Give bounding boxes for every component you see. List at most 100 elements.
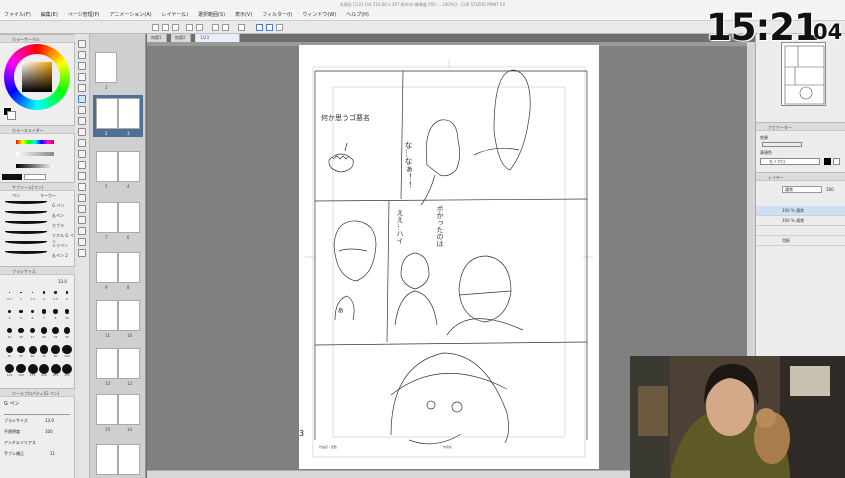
blend-mode-select[interactable]: 通常 [782, 186, 822, 193]
effect-buttons[interactable] [762, 142, 802, 147]
open-icon[interactable] [162, 24, 169, 31]
page-thumb-17[interactable] [118, 444, 140, 475]
redo-icon[interactable] [196, 24, 203, 31]
page-thumb-4[interactable] [96, 151, 118, 182]
sub-tool-panel-header[interactable]: サブツール[ペン] [0, 182, 75, 191]
layer-row-paper[interactable]: 用紙 [756, 236, 845, 246]
brush-label-kabura[interactable]: カブラ [52, 223, 64, 229]
balloon-tool-icon[interactable] [78, 227, 86, 235]
brush-size-cell[interactable]: 3 [61, 286, 74, 301]
deselect-icon[interactable] [238, 24, 245, 31]
airbrush-tool-icon[interactable] [78, 128, 86, 136]
page-thumb-13[interactable] [118, 348, 140, 379]
ruler-tool-icon[interactable] [78, 205, 86, 213]
prop-value-size[interactable]: 13.0 [45, 418, 54, 423]
tool-property-panel-header[interactable]: ツールプロパティ[G ペン] [0, 388, 75, 397]
color-wheel[interactable] [4, 44, 70, 110]
fill-tool-icon[interactable] [78, 161, 86, 169]
eyedropper-tool-icon[interactable] [78, 84, 86, 92]
brush-preview-gpen[interactable] [5, 199, 47, 204]
brush-size-cell[interactable]: 30 [61, 324, 74, 339]
text-tool-icon[interactable] [78, 216, 86, 224]
menu-view[interactable]: 表示(V) [231, 9, 256, 21]
page-thumb-14[interactable] [96, 394, 118, 425]
lasso-tool-icon[interactable] [78, 73, 86, 81]
menu-layer[interactable]: レイヤー(L) [157, 9, 192, 21]
select-tool-icon[interactable] [78, 62, 86, 70]
brush-size-panel-header[interactable]: ブラシサイズ [0, 266, 75, 275]
correct-line-tool-icon[interactable] [78, 238, 86, 246]
decoration-tool-icon[interactable] [78, 139, 86, 147]
pencil-tool-icon[interactable] [78, 106, 86, 114]
value-slider[interactable] [16, 164, 54, 168]
frame-tool-icon[interactable] [78, 194, 86, 202]
menu-window[interactable]: ウィンドウ(W) [298, 9, 340, 21]
page-thumb-7[interactable] [118, 202, 140, 233]
page-thumb-10[interactable] [96, 300, 118, 331]
prop-value-stabilization[interactable]: 11 [50, 451, 55, 456]
brush-size-cell[interactable]: 100 [61, 343, 74, 358]
page-thumb-2[interactable] [96, 98, 118, 129]
layer-property-panel-header[interactable]: ナビゲーター [756, 122, 845, 131]
brush-preview-maru2[interactable] [5, 249, 47, 254]
brush-size-cell[interactable]: 10 [61, 305, 74, 320]
page-thumb-1[interactable] [95, 52, 117, 83]
expression-color-select[interactable]: モノクロ [760, 158, 820, 165]
blend-tool-icon[interactable] [78, 249, 86, 257]
page-thumb-11[interactable] [118, 300, 140, 331]
page-thumb-8[interactable] [96, 252, 118, 283]
sub-color-chip[interactable] [24, 174, 46, 180]
zoom-tool-icon[interactable] [78, 40, 86, 48]
mono-white-swatch[interactable] [833, 158, 840, 165]
clear-icon[interactable] [212, 24, 219, 31]
brush-label-maru2[interactable]: 丸ペン 2 [52, 253, 68, 259]
hue-slider[interactable] [16, 140, 54, 144]
saturation-value-square[interactable] [22, 62, 52, 92]
page-thumb-15[interactable] [118, 394, 140, 425]
page-thumb-5[interactable] [118, 151, 140, 182]
figure-tool-icon[interactable] [78, 183, 86, 191]
brush-preview-real[interactable] [5, 229, 47, 234]
brush-preview-kabura[interactable] [5, 219, 47, 224]
menu-file[interactable]: ファイル(F) [0, 9, 35, 21]
brush-label-milli[interactable]: ミリペン [52, 243, 68, 249]
layer-panel-header[interactable]: レイヤー [756, 172, 845, 181]
menu-page[interactable]: ページ管理(P) [64, 9, 104, 21]
color-slider-panel-header[interactable]: カラースライダー [0, 125, 75, 134]
brush-size-cell[interactable]: 300 [61, 362, 74, 377]
save-icon[interactable] [172, 24, 179, 31]
brush-tool-icon[interactable] [78, 117, 86, 125]
brush-label-maru[interactable]: 丸ペン [52, 213, 64, 219]
page-thumb-12[interactable] [96, 348, 118, 379]
layer-row-blank[interactable] [756, 226, 845, 236]
brush-preview-maru[interactable] [5, 209, 47, 214]
layer-opacity[interactable]: 100 [826, 187, 834, 192]
menu-animation[interactable]: アニメーション(A) [105, 9, 155, 21]
navigator-preview[interactable] [781, 42, 826, 106]
menu-edit[interactable]: 編集(E) [37, 9, 62, 21]
undo-icon[interactable] [186, 24, 193, 31]
page-thumb-16[interactable] [96, 444, 118, 475]
layer-row-copy2[interactable]: 100 % 通常 [756, 206, 845, 216]
snap-grid-icon[interactable] [266, 24, 273, 31]
menu-filter[interactable]: フィルター(I) [258, 9, 296, 21]
tab-doc-1[interactable]: 無題1 [147, 34, 167, 42]
pen-tool-icon[interactable] [78, 95, 86, 103]
transform-icon[interactable] [222, 24, 229, 31]
tab-doc-active[interactable]: 1/23 [196, 34, 240, 42]
prop-value-opacity[interactable]: 100 [45, 429, 53, 434]
brush-preview-milli[interactable] [5, 239, 47, 244]
saturation-slider[interactable] [16, 152, 54, 156]
snap-perspective-icon[interactable] [276, 24, 283, 31]
page-thumb-6[interactable] [96, 202, 118, 233]
mono-black-swatch[interactable] [824, 158, 831, 165]
brush-label-gpen[interactable]: G ペン [52, 203, 64, 209]
snap-ruler-icon[interactable] [256, 24, 263, 31]
tab-doc-2[interactable]: 無題2 [171, 34, 191, 42]
layer-row-1[interactable]: 100 % 通常 [756, 216, 845, 226]
new-file-icon[interactable] [152, 24, 159, 31]
color-wheel-panel-header[interactable]: カラーサークル [0, 34, 75, 43]
page-thumb-3[interactable] [118, 98, 140, 129]
page-thumb-9[interactable] [118, 252, 140, 283]
manga-page[interactable]: 何か思うゴ悪名 な…なぁ！！ ええ…ハイ ボかったのは ぁ 3 作品名 / 話数… [299, 45, 599, 469]
